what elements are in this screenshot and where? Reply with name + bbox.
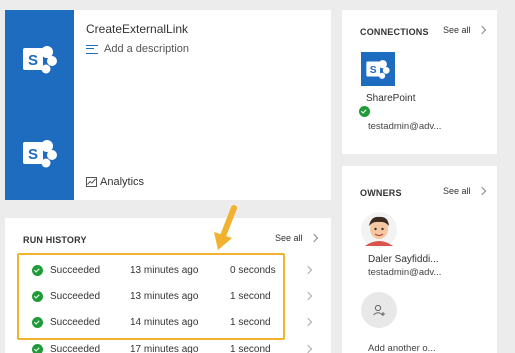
sharepoint-logo-icon: S bbox=[366, 60, 390, 79]
connections-see-all-link[interactable]: See all bbox=[443, 25, 486, 35]
chevron-right-icon bbox=[477, 186, 486, 196]
run-status: Succeeded bbox=[50, 343, 101, 353]
connections-card: CONNECTIONS See all S SharePoint testadm… bbox=[342, 10, 497, 154]
connection-account: testadmin@adv... bbox=[368, 121, 442, 132]
add-owner-button[interactable] bbox=[361, 292, 397, 328]
add-description-link[interactable]: Add a description bbox=[86, 43, 189, 55]
svg-text:S: S bbox=[370, 65, 377, 76]
see-all-label: See all bbox=[443, 186, 471, 196]
person-add-icon bbox=[373, 304, 385, 316]
owner-avatar bbox=[361, 212, 397, 248]
owner-name: Daler Sayfiddi... bbox=[368, 254, 439, 265]
flow-details-card: S S CreateExternalLink Add a description… bbox=[5, 10, 331, 200]
connections-title: CONNECTIONS bbox=[360, 27, 429, 37]
sharepoint-logo-icon: S bbox=[23, 46, 57, 74]
owners-see-all-link[interactable]: See all bbox=[443, 186, 486, 196]
see-all-label: See all bbox=[275, 233, 303, 243]
connection-sharepoint-icon[interactable]: S bbox=[361, 52, 395, 86]
analytics-label: Analytics bbox=[100, 176, 145, 188]
svg-text:S: S bbox=[28, 52, 38, 69]
run-duration: 1 second bbox=[230, 343, 271, 353]
sharepoint-logo-icon: S bbox=[23, 140, 57, 168]
connection-name: SharePoint bbox=[366, 93, 416, 104]
chevron-right-icon bbox=[477, 25, 486, 35]
run-history-title: RUN HISTORY bbox=[23, 235, 87, 245]
description-lines-icon bbox=[86, 44, 98, 54]
chevron-right-icon bbox=[309, 233, 318, 243]
owners-card: OWNERS See all Daler Sayfiddi... testadm… bbox=[342, 166, 497, 353]
owner-account: testadmin@adv... bbox=[368, 267, 442, 278]
add-owner-label[interactable]: Add another o... bbox=[368, 343, 436, 353]
see-all-label: See all bbox=[443, 25, 471, 35]
highlight-box bbox=[17, 253, 285, 340]
connection-ok-check-icon bbox=[359, 106, 370, 117]
callout-arrow-icon bbox=[214, 205, 237, 250]
success-check-icon bbox=[32, 343, 43, 353]
add-description-label: Add a description bbox=[104, 43, 189, 55]
sharepoint-tile: S S bbox=[5, 10, 74, 200]
analytics-chart-icon bbox=[86, 177, 97, 187]
flow-title: CreateExternalLink bbox=[86, 22, 189, 36]
owners-title: OWNERS bbox=[360, 188, 402, 198]
analytics-link[interactable]: Analytics bbox=[86, 176, 144, 188]
svg-text:S: S bbox=[28, 146, 38, 163]
run-start-time: 17 minutes ago bbox=[130, 343, 199, 353]
run-history-see-all-link[interactable]: See all bbox=[275, 233, 318, 243]
